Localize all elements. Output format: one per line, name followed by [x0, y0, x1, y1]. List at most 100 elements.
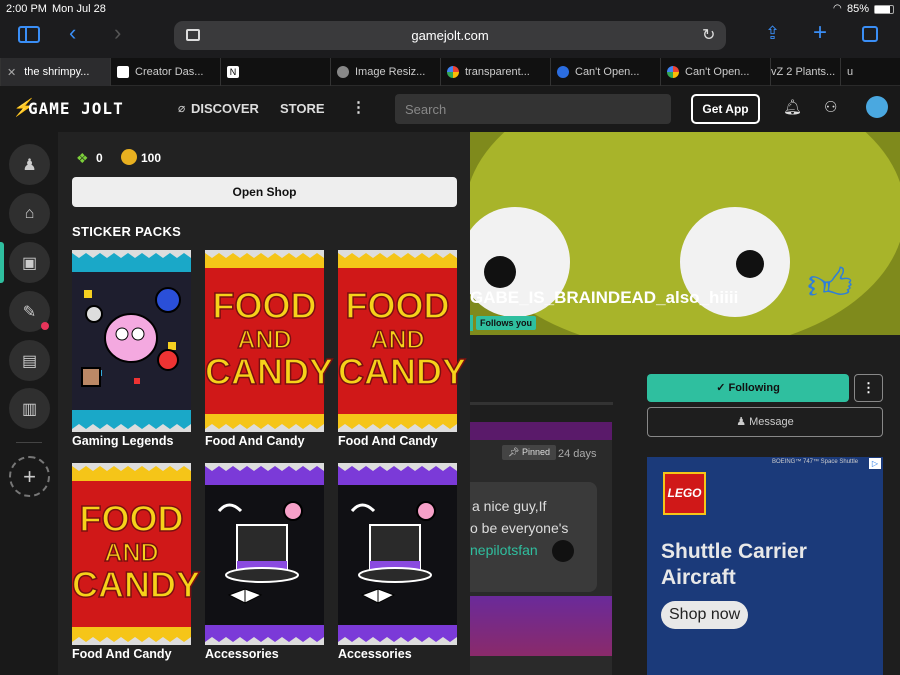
tab-image-resizer[interactable]: Image Resiz...	[330, 58, 440, 86]
tab-cant-open-1[interactable]: Can't Open...	[550, 58, 660, 86]
pin-icon: 📌︎	[508, 447, 522, 457]
badge-edge	[470, 315, 473, 331]
compass-icon: ⌀	[178, 101, 186, 115]
sticker-pack[interactable]	[205, 463, 324, 645]
site-header: ⚡ GAME JOLT ⌀ DISCOVER STORE ⋮ Search Ge…	[0, 86, 900, 132]
post-text-2: o be everyone's	[470, 520, 569, 536]
ad-title-line1: Shuttle Carrier	[661, 540, 807, 563]
tab-label: vZ 2 Plants...	[771, 66, 836, 78]
post-age: 24 days	[558, 448, 597, 460]
pack-art-food: FOOD	[345, 285, 451, 326]
ad-banner[interactable]: LEGO BOEING™ 747™ Space Shuttle ▷ Shuttl…	[647, 457, 883, 675]
post-card[interactable]: 📌︎ Pinned 24 days a nice guy,If o be eve…	[470, 422, 612, 675]
status-date: Mon Jul 28	[52, 3, 106, 15]
following-button[interactable]: ✓ Following	[647, 374, 849, 402]
forward-icon[interactable]: ›	[114, 20, 121, 46]
post-mention[interactable]: nepilotsfan	[470, 542, 538, 558]
following-label: Following	[728, 382, 780, 394]
tab-label: Creator Das...	[135, 66, 204, 78]
sticker-pack[interactable]: FOOD AND CANDY	[204, 250, 334, 432]
tab-pvz[interactable]: vZ 2 Plants...	[770, 58, 840, 86]
tab-creator-dashboard[interactable]: Creator Das...	[110, 58, 220, 86]
post-text-1: a nice guy,If	[472, 498, 547, 514]
browser-toolbar: ‹ › gamejolt.com ↻ ⇪ +	[0, 18, 900, 58]
status-time: 2:00 PM	[6, 3, 47, 15]
pack-art-and: AND	[237, 326, 293, 354]
pack-art-food: FOOD	[79, 498, 185, 539]
sidebar-toggle-icon[interactable]	[18, 26, 40, 43]
rail-library-icon[interactable]: ▥	[9, 388, 50, 429]
pack-art-and: AND	[370, 326, 426, 354]
gem-count: 0	[96, 151, 103, 165]
pack-wrapper-accessories	[338, 463, 457, 645]
sticker-pack[interactable]: FOOD AND CANDY	[337, 250, 467, 432]
ad-top-text: BOEING™ 747™ Space Shuttle	[772, 459, 859, 465]
coin-count: 100	[141, 151, 162, 165]
tab-label: transparent...	[465, 66, 530, 78]
tab-bar: ✕ the shrimpy... Creator Das... N Image R…	[0, 58, 900, 86]
tab-notion[interactable]: N	[220, 58, 330, 86]
pack-art-candy: CANDY	[337, 351, 467, 392]
coin-icon	[121, 149, 137, 165]
sticker-panel: ❖ 0 100 Open Shop STICKER PACKS Gaming L…	[58, 132, 470, 675]
gamejolt-logo[interactable]: GAME JOLT	[28, 99, 124, 118]
google-favicon-icon	[667, 66, 679, 78]
search-input[interactable]: Search	[395, 94, 671, 124]
address-bar[interactable]: gamejolt.com ↻	[174, 21, 726, 50]
tab-u[interactable]: u	[840, 58, 876, 86]
back-icon[interactable]: ‹	[69, 20, 76, 46]
avatar[interactable]	[866, 96, 888, 118]
tabs-overview-icon[interactable]	[862, 26, 878, 42]
open-shop-button[interactable]: Open Shop	[72, 177, 457, 207]
gem-icon: ❖	[76, 150, 89, 166]
rail-backpack-icon[interactable]: ▣	[9, 242, 50, 283]
gamejolt-favicon-icon	[117, 66, 129, 78]
sticker-pack[interactable]	[72, 250, 191, 432]
tab-shrimpy[interactable]: ✕ the shrimpy...	[0, 58, 110, 86]
close-tab-icon[interactable]: ✕	[7, 66, 16, 79]
get-app-button[interactable]: Get App	[691, 94, 760, 124]
tab-label: Can't Open...	[575, 66, 640, 78]
users-icon[interactable]: ⚇	[824, 98, 837, 116]
image-resizer-favicon-icon	[337, 66, 349, 78]
user-icon: ♟	[736, 416, 750, 428]
message-label: Message	[749, 416, 794, 428]
reload-icon[interactable]: ↻	[702, 25, 715, 45]
new-tab-icon[interactable]: +	[813, 19, 827, 47]
more-menu-icon[interactable]: ⋮	[351, 98, 366, 116]
check-icon: ✓	[716, 382, 729, 394]
url-text: gamejolt.com	[411, 28, 489, 43]
search-placeholder: Search	[405, 102, 447, 117]
sticker-pack[interactable]: FOOD AND CANDY	[71, 463, 201, 645]
nav-store[interactable]: STORE	[280, 101, 325, 116]
pinned-label: Pinned	[521, 447, 550, 457]
battery-icon	[874, 5, 894, 14]
add-community-icon[interactable]: +	[9, 456, 50, 497]
rail-activity-icon[interactable]: ♟	[9, 144, 50, 185]
shop-now-button[interactable]: Shop now	[661, 601, 749, 629]
pack-label: Accessories	[205, 647, 279, 661]
pack-wrapper-gaming	[72, 250, 191, 432]
adchoices-icon[interactable]: ▷	[869, 458, 881, 469]
rail-shop-icon[interactable]: ⌂	[9, 193, 50, 234]
pack-wrapper-accessories	[205, 463, 324, 645]
tab-cant-open-2[interactable]: Can't Open...	[660, 58, 770, 86]
sticker-pack[interactable]	[338, 463, 457, 645]
profile-more-icon[interactable]: ⋮	[854, 374, 883, 402]
status-bar: 2:00 PM Mon Jul 28 ◠ 85%	[0, 0, 900, 18]
share-icon[interactable]: ⇪	[765, 23, 780, 44]
tab-label: u	[847, 66, 854, 78]
rail-quests-icon[interactable]: ▤	[9, 340, 50, 381]
bell-icon[interactable]: 🔔︎	[783, 98, 802, 116]
pinned-badge: 📌︎ Pinned	[502, 445, 556, 460]
notification-dot	[41, 322, 49, 330]
pack-label: Accessories	[338, 647, 412, 661]
follows-you-badge: Follows you	[476, 316, 537, 330]
tab-label: Can't Open...	[685, 66, 750, 78]
battery-percent: 85%	[847, 3, 870, 15]
post-banner	[470, 422, 612, 440]
tab-transparent[interactable]: transparent...	[440, 58, 550, 86]
rail-divider	[16, 442, 42, 443]
message-button[interactable]: ♟ Message	[647, 407, 883, 437]
nav-discover[interactable]: DISCOVER	[191, 101, 259, 116]
